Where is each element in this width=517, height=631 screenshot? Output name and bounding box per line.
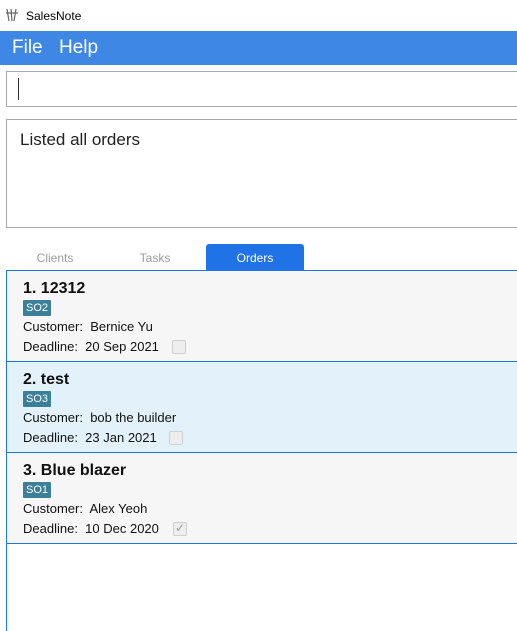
done-checkbox[interactable] — [169, 431, 183, 445]
order-title: 3. Blue blazer — [23, 462, 127, 479]
result-display: Listed all orders — [6, 119, 517, 228]
deadline-label: Deadline: — [23, 521, 78, 536]
done-checkbox[interactable] — [172, 340, 186, 354]
customer-label: Customer: — [23, 501, 83, 516]
menu-file[interactable]: File — [12, 37, 43, 59]
customer-name: Alex Yeoh — [89, 501, 148, 516]
customer-name: bob the builder — [90, 410, 177, 425]
deadline-date: 23 Jan 2021 — [85, 430, 157, 445]
done-checkbox[interactable]: ✓ — [173, 521, 187, 536]
checkmark-icon: ✓ — [175, 521, 186, 535]
deadline-label: Deadline: — [23, 339, 78, 354]
menu-help[interactable]: Help — [59, 37, 98, 59]
deadline-row: Deadline: 10 Dec 2020 — [23, 521, 159, 536]
deadline-label: Deadline: — [23, 430, 78, 445]
deadline-date: 10 Dec 2020 — [85, 521, 159, 536]
customer-label: Customer: — [23, 410, 83, 425]
customer-label: Customer: — [23, 319, 83, 334]
order-tag: SO2 — [23, 300, 52, 316]
order-card[interactable]: 1. 12312 SO2 Customer: Bernice Yu Deadli… — [7, 271, 517, 362]
customer-row: Customer: Bernice Yu — [23, 319, 153, 334]
order-card[interactable]: 3. Blue blazer SO1 Customer: Alex Yeoh D… — [7, 453, 517, 544]
order-tag: SO3 — [23, 391, 52, 407]
menu-bar: File Help — [0, 31, 517, 65]
order-tag: SO1 — [23, 482, 52, 498]
order-title: 2. test — [23, 371, 70, 388]
order-title: 1. 12312 — [23, 280, 86, 297]
tab-orders[interactable]: Orders — [206, 244, 304, 271]
command-input[interactable] — [6, 71, 517, 107]
order-list[interactable]: 1. 12312 SO2 Customer: Bernice Yu Deadli… — [6, 271, 517, 631]
window-title: SalesNote — [26, 9, 82, 23]
order-card[interactable]: 2. test SO3 Customer: bob the builder De… — [7, 362, 517, 453]
deadline-date: 20 Sep 2021 — [85, 339, 159, 354]
text-caret — [18, 78, 19, 100]
customer-row: Customer: Alex Yeoh — [23, 501, 147, 516]
result-message: Listed all orders — [20, 130, 141, 149]
deadline-row: Deadline: 20 Sep 2021 — [23, 339, 159, 354]
title-bar: SalesNote — [0, 0, 517, 31]
tab-clients[interactable]: Clients — [6, 244, 104, 271]
tab-tasks[interactable]: Tasks — [106, 244, 204, 271]
deadline-row: Deadline: 23 Jan 2021 — [23, 430, 157, 445]
customer-name: Bernice Yu — [90, 319, 153, 334]
app-icon — [6, 8, 18, 22]
customer-row: Customer: bob the builder — [23, 410, 176, 425]
